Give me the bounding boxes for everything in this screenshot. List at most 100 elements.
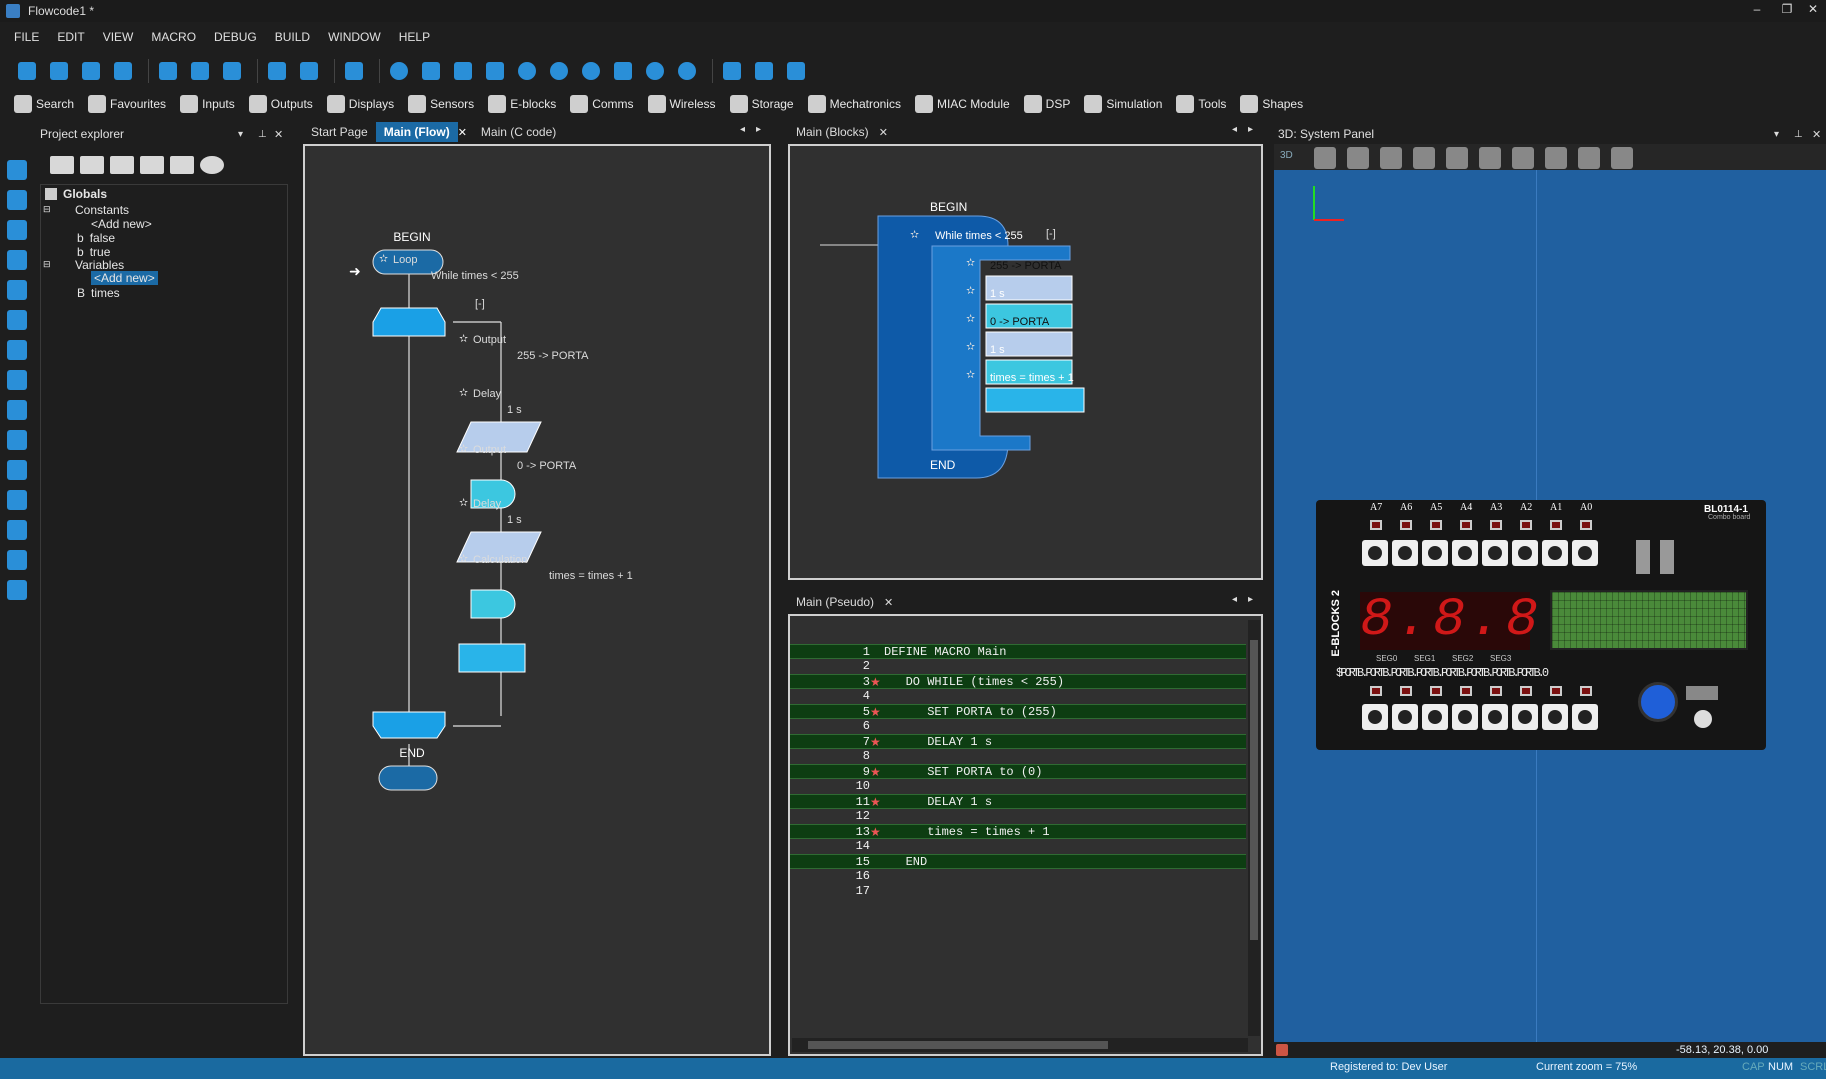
menu-macro[interactable]: MACRO	[151, 30, 196, 44]
category-miac-module[interactable]: MIAC Module	[914, 95, 1010, 113]
category-wireless[interactable]: Wireless	[647, 95, 716, 113]
step-icon[interactable]	[642, 58, 668, 84]
tree-add-constant[interactable]: <Add new>	[91, 217, 152, 231]
category-search[interactable]: Search	[14, 95, 74, 113]
tree-variables[interactable]: Variables	[75, 258, 124, 272]
category-mechatronics[interactable]: Mechatronics	[807, 95, 901, 113]
scrollbar-thumb[interactable]	[808, 1041, 1108, 1049]
scale-icon[interactable]	[1413, 147, 1435, 169]
close-panel-icon[interactable]: ✕	[1812, 128, 1821, 141]
c-code-icon[interactable]	[719, 58, 745, 84]
category-displays[interactable]: Displays	[326, 95, 394, 113]
push-button[interactable]	[1512, 540, 1538, 566]
cut-icon[interactable]	[155, 58, 181, 84]
breakpoint-star-icon[interactable]: ★	[870, 735, 881, 750]
macro-icon[interactable]	[7, 370, 27, 390]
sphere-icon[interactable]	[1479, 147, 1501, 169]
paste-icon[interactable]	[219, 58, 245, 84]
select-icon[interactable]	[1314, 147, 1336, 169]
fast-forward-icon[interactable]	[674, 58, 700, 84]
tab-scroll-left-icon[interactable]: ◂	[1232, 594, 1237, 605]
explorer-tool-icon[interactable]	[170, 156, 194, 174]
pin-icon[interactable]: ⊥	[258, 129, 267, 140]
properties-icon[interactable]	[1578, 147, 1600, 169]
close-window-button[interactable]: ✕	[1800, 0, 1826, 20]
category-dsp[interactable]: DSP	[1023, 95, 1070, 113]
push-button[interactable]	[1392, 704, 1418, 730]
delay2-shape[interactable]	[470, 589, 516, 619]
toggle-switch[interactable]	[1660, 540, 1674, 574]
category-tools[interactable]: Tools	[1176, 95, 1226, 113]
dropdown-icon[interactable]: ▾	[238, 129, 243, 140]
calculation-icon[interactable]	[7, 400, 27, 420]
breakpoint-star-icon[interactable]: ★	[870, 705, 881, 720]
vertical-scrollbar[interactable]	[1248, 620, 1260, 1036]
menu-debug[interactable]: DEBUG	[214, 30, 257, 44]
breakpoint-star-icon[interactable]: ★	[870, 675, 881, 690]
save-icon[interactable]	[110, 58, 136, 84]
category-comms[interactable]: Comms	[570, 95, 634, 113]
toggle-switch[interactable]	[1636, 540, 1650, 574]
explorer-tool-icon[interactable]	[80, 156, 104, 174]
breakpoint-star-icon[interactable]: ★	[870, 765, 881, 780]
menu-help[interactable]: HELP	[399, 30, 430, 44]
tree-var-times[interactable]: Btimes	[77, 286, 120, 300]
tab-scroll-right-icon[interactable]: ▸	[1248, 594, 1253, 605]
combo-board[interactable]: A7 A6 A5 A4 A3 A2 A1 A0 BL0114-1 Combo board E-…	[1316, 500, 1766, 750]
copy-icon[interactable]	[187, 58, 213, 84]
text-icon[interactable]	[7, 160, 27, 180]
category-e-blocks[interactable]: E-blocks	[488, 95, 556, 113]
help-icon[interactable]	[341, 58, 367, 84]
interrupt-icon[interactable]	[7, 490, 27, 510]
reset-button[interactable]	[1694, 710, 1712, 728]
category-favourites[interactable]: Favourites	[88, 95, 166, 113]
code-icon[interactable]	[7, 550, 27, 570]
loop-icon[interactable]	[7, 310, 27, 330]
category-sensors[interactable]: Sensors	[408, 95, 474, 113]
category-shapes[interactable]: Shapes	[1240, 95, 1303, 113]
menu-file[interactable]: FILE	[14, 30, 39, 44]
switch[interactable]	[1686, 686, 1718, 700]
dropdown-icon[interactable]: ▾	[1774, 129, 1779, 140]
error-icon[interactable]	[1276, 1044, 1288, 1056]
stop-icon[interactable]	[578, 58, 604, 84]
menu-edit[interactable]: EDIT	[57, 30, 84, 44]
move-icon[interactable]	[1347, 147, 1369, 169]
binary-icon[interactable]	[751, 58, 777, 84]
category-outputs[interactable]: Outputs	[248, 95, 313, 113]
push-button[interactable]	[1542, 540, 1568, 566]
push-button[interactable]	[1452, 540, 1478, 566]
push-button[interactable]	[1512, 704, 1538, 730]
upload-icon[interactable]	[783, 58, 809, 84]
debug-icon[interactable]	[482, 58, 508, 84]
tab-scroll-left-icon[interactable]: ◂	[740, 124, 745, 135]
compile-icon[interactable]	[418, 58, 444, 84]
rotate-icon[interactable]	[1380, 147, 1402, 169]
explorer-tool-icon[interactable]	[140, 156, 164, 174]
collapse-icon[interactable]: ⊟	[43, 204, 51, 215]
block-calc[interactable]	[985, 387, 1085, 413]
push-button[interactable]	[1482, 704, 1508, 730]
block-collapse-button[interactable]: [-]	[1046, 228, 1056, 240]
connection-icon[interactable]	[7, 580, 27, 600]
push-button[interactable]	[1572, 540, 1598, 566]
push-button[interactable]	[1452, 704, 1478, 730]
close-panel-icon[interactable]: ✕	[274, 128, 283, 141]
menu-build[interactable]: BUILD	[275, 30, 310, 44]
horizontal-scrollbar[interactable]	[792, 1038, 1248, 1052]
menu-view[interactable]: VIEW	[103, 30, 134, 44]
output-icon[interactable]	[7, 190, 27, 210]
cube-icon[interactable]	[1512, 147, 1534, 169]
sim-viewport[interactable]: 3D A7 A6 A5 A4 A3 A2 A1 A0 BL0114-1 Combo board…	[1274, 150, 1826, 1042]
close-tab-icon[interactable]: ✕	[879, 126, 888, 139]
tab-main-c-code-[interactable]: Main (C code)	[473, 122, 564, 142]
view-icon[interactable]	[386, 58, 412, 84]
switch-icon[interactable]	[7, 280, 27, 300]
loop-top-shape[interactable]	[372, 307, 446, 337]
sim-icon[interactable]	[7, 460, 27, 480]
potentiometer-knob[interactable]	[1638, 682, 1678, 722]
component-icon[interactable]	[7, 340, 27, 360]
ev-icon[interactable]	[200, 156, 224, 174]
explorer-tool-icon[interactable]	[110, 156, 134, 174]
open-icon[interactable]	[46, 58, 72, 84]
